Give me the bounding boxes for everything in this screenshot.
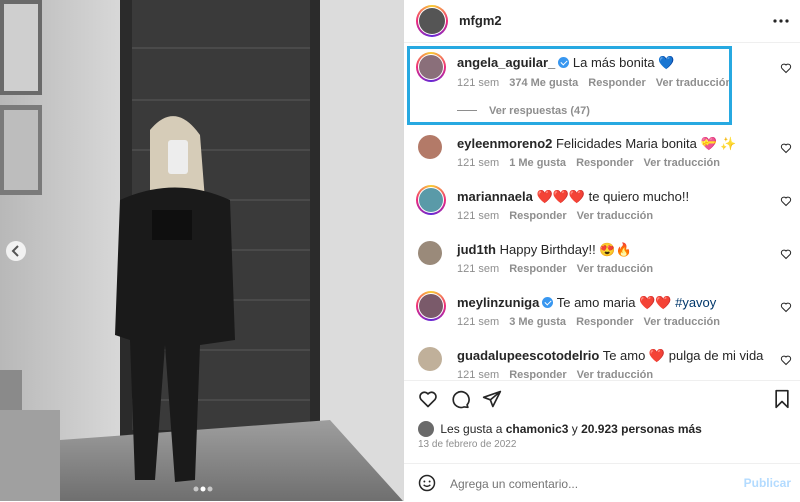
comment-likes[interactable]: 1 Me gusta [509, 157, 566, 169]
translate-button[interactable]: Ver traducción [644, 316, 720, 328]
reply-button[interactable]: Responder [509, 369, 566, 380]
post-photo[interactable] [0, 0, 403, 501]
comment-likes[interactable]: 3 Me gusta [509, 316, 566, 328]
post-header: mfgm2 [404, 0, 800, 43]
comment-username[interactable]: mariannaela [457, 189, 533, 204]
comment-composer: Publicar [404, 463, 800, 502]
likes-prefix: Les gusta a [440, 422, 506, 436]
heart-icon[interactable] [780, 301, 792, 313]
action-bar [404, 380, 800, 417]
verified-badge-icon [542, 297, 554, 308]
avatar-ring[interactable] [416, 291, 446, 321]
comment-icon[interactable] [450, 389, 470, 409]
publish-button[interactable]: Publicar [744, 476, 791, 490]
reply-button[interactable]: Responder [576, 316, 633, 328]
avatar [419, 294, 443, 318]
post-date[interactable]: 13 de febrero de 2022 [418, 439, 516, 450]
translate-button[interactable]: Ver traducción [577, 263, 653, 275]
likes-count[interactable]: 20.923 personas más [581, 422, 702, 436]
avatar-ring[interactable] [416, 133, 444, 161]
avatar [418, 347, 442, 371]
comment-item: eyleenmoreno2 Felicidades Maria bonita 💝… [404, 128, 800, 181]
reply-button[interactable]: Responder [576, 157, 633, 169]
bookmark-icon[interactable] [773, 389, 791, 409]
comment-item: guadalupeescotodelrio Te amo ❤️ pulga de… [404, 340, 800, 380]
comment-text: Te amo maria ❤️❤️ [553, 295, 676, 310]
comment-username[interactable]: eyleenmoreno2 [457, 136, 552, 151]
likes-middle: y [568, 422, 582, 436]
comment-text: Te amo ❤️ pulga de mi vida [599, 348, 764, 363]
owner-avatar-ring[interactable] [416, 5, 448, 37]
highlight-box [407, 46, 732, 125]
likes-user[interactable]: chamonic3 [506, 422, 569, 436]
avatar [418, 135, 442, 159]
avatar [419, 8, 445, 34]
heart-icon[interactable] [780, 62, 792, 74]
avatar [419, 188, 443, 212]
translate-button[interactable]: Ver traducción [577, 369, 653, 380]
translate-button[interactable]: Ver traducción [644, 157, 720, 169]
comment-time[interactable]: 121 sem [457, 316, 499, 328]
translate-button[interactable]: Ver traducción [577, 210, 653, 222]
comment-item: jud1th Happy Birthday!! 😍🔥 121 sem Respon… [404, 234, 800, 287]
comment-item: mariannaela ❤️❤️❤️ te quiero mucho!! 121… [404, 181, 800, 234]
share-icon[interactable] [482, 389, 502, 409]
comment-text: Felicidades Maria bonita 💝 ✨ [552, 136, 737, 151]
heart-icon[interactable] [780, 142, 792, 154]
comment-username[interactable]: jud1th [457, 242, 496, 257]
chevron-left-icon [11, 245, 19, 257]
comment-text: ❤️❤️❤️ te quiero mucho!! [532, 189, 690, 204]
carousel-prev-button[interactable] [6, 241, 26, 261]
comment-text: Happy Birthday!! 😍🔥 [496, 242, 632, 257]
likes-summary: Les gusta a chamonic3 y 20.923 personas … [418, 421, 702, 437]
avatar-ring[interactable] [416, 239, 444, 267]
post-image [0, 0, 403, 501]
reply-button[interactable]: Responder [509, 263, 566, 275]
avatar-ring[interactable] [416, 185, 446, 215]
comment-time[interactable]: 121 sem [457, 369, 499, 380]
more-horizontal-icon[interactable] [773, 14, 789, 28]
avatar [418, 241, 442, 265]
heart-icon[interactable] [780, 248, 792, 260]
comment-time[interactable]: 121 sem [457, 263, 499, 275]
comment-time[interactable]: 121 sem [457, 210, 499, 222]
comment-input[interactable] [448, 473, 722, 495]
comment-username[interactable]: meylinzuniga [457, 295, 539, 310]
comment-time[interactable]: 121 sem [457, 157, 499, 169]
emoji-icon[interactable] [418, 474, 436, 492]
reply-button[interactable]: Responder [509, 210, 566, 222]
owner-username[interactable]: mfgm2 [459, 13, 502, 28]
heart-icon[interactable] [780, 195, 792, 207]
comment-username[interactable]: guadalupeescotodelrio [457, 348, 599, 363]
comment-item: meylinzuniga Te amo maria ❤️❤️ #yavoy 12… [404, 287, 800, 340]
heart-icon[interactable] [780, 354, 792, 366]
avatar-ring[interactable] [416, 345, 444, 373]
avatar [418, 421, 434, 437]
hashtag-link[interactable]: #yavoy [675, 295, 716, 310]
like-heart-icon[interactable] [418, 389, 438, 409]
